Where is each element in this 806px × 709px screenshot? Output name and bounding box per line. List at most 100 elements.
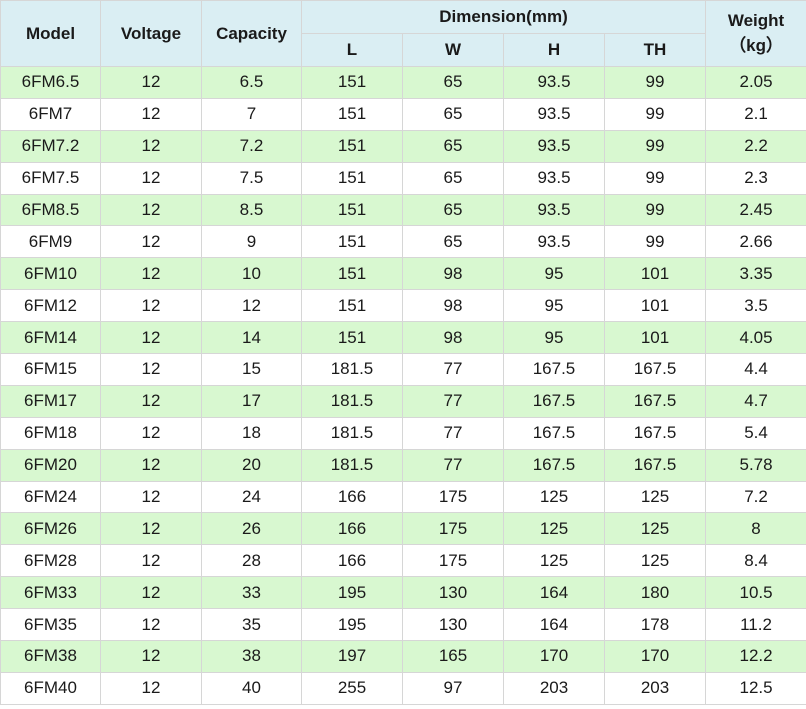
cell-th: 167.5: [603, 416, 707, 450]
cell-w: 165: [402, 640, 504, 673]
header-weight: Weight （kg）: [705, 0, 806, 67]
cell-voltage: 12: [100, 289, 202, 323]
table-row: 6FM18 12 18 181.5 77 167.5 167.5 5.4: [0, 416, 806, 450]
cell-weight: 5.4: [705, 416, 806, 450]
cell-w: 77: [402, 353, 504, 386]
cell-capacity: 8.5: [201, 193, 302, 227]
cell-l: 181.5: [301, 416, 403, 450]
table-row: 6FM12 12 12 151 98 95 101 3.5: [0, 289, 806, 323]
cell-h: 93.5: [503, 193, 605, 227]
cell-h: 93.5: [503, 225, 605, 259]
cell-h: 95: [503, 321, 605, 355]
cell-l: 166: [301, 480, 403, 514]
cell-h: 164: [503, 608, 605, 642]
cell-capacity: 15: [201, 353, 302, 386]
cell-th: 101: [603, 321, 707, 355]
cell-weight: 2.3: [705, 161, 806, 195]
cell-model: 6FM9: [0, 225, 101, 259]
cell-capacity: 33: [201, 576, 302, 610]
cell-model: 6FM14: [0, 321, 101, 355]
cell-weight: 2.66: [705, 225, 806, 259]
cell-w: 77: [402, 416, 504, 450]
cell-capacity: 18: [201, 416, 302, 450]
cell-voltage: 12: [100, 384, 202, 418]
cell-model: 6FM24: [0, 480, 101, 514]
cell-voltage: 12: [100, 321, 202, 355]
cell-voltage: 12: [100, 161, 202, 195]
cell-model: 6FM35: [0, 608, 101, 642]
cell-weight: 4.4: [705, 353, 806, 386]
table-row: 6FM7.5 12 7.5 151 65 93.5 99 2.3: [0, 161, 806, 195]
cell-l: 166: [301, 544, 403, 578]
cell-voltage: 12: [100, 640, 202, 673]
cell-w: 175: [402, 480, 504, 514]
cell-w: 130: [402, 608, 504, 642]
cell-capacity: 35: [201, 608, 302, 642]
cell-w: 175: [402, 544, 504, 578]
cell-th: 125: [603, 480, 707, 514]
cell-l: 197: [301, 640, 403, 673]
cell-th: 170: [603, 640, 707, 673]
cell-capacity: 17: [201, 384, 302, 418]
cell-l: 151: [301, 66, 403, 99]
cell-w: 98: [402, 289, 504, 323]
cell-model: 6FM7.2: [0, 129, 101, 163]
cell-model: 6FM8.5: [0, 193, 101, 227]
cell-weight: 4.05: [705, 321, 806, 355]
cell-w: 130: [402, 576, 504, 610]
header-row: Model Voltage Capacity Dimension(mm) Wei…: [0, 0, 806, 67]
header-weight-unit: （kg）: [729, 36, 783, 55]
cell-model: 6FM7: [0, 97, 101, 131]
cell-voltage: 12: [100, 576, 202, 610]
cell-voltage: 12: [100, 97, 202, 131]
cell-model: 6FM17: [0, 384, 101, 418]
cell-h: 164: [503, 576, 605, 610]
cell-h: 203: [503, 671, 605, 705]
cell-model: 6FM33: [0, 576, 101, 610]
cell-weight: 10.5: [705, 576, 806, 610]
cell-w: 65: [402, 129, 504, 163]
cell-model: 6FM6.5: [0, 66, 101, 99]
cell-l: 151: [301, 321, 403, 355]
table-row: 6FM20 12 20 181.5 77 167.5 167.5 5.78: [0, 448, 806, 482]
cell-voltage: 12: [100, 225, 202, 259]
cell-th: 101: [603, 257, 707, 291]
cell-w: 98: [402, 321, 504, 355]
cell-w: 65: [402, 193, 504, 227]
cell-h: 95: [503, 289, 605, 323]
cell-model: 6FM20: [0, 448, 101, 482]
cell-model: 6FM15: [0, 353, 101, 386]
cell-l: 151: [301, 289, 403, 323]
cell-model: 6FM7.5: [0, 161, 101, 195]
cell-weight: 8.4: [705, 544, 806, 578]
table-row: 6FM24 12 24 166 175 125 125 7.2: [0, 480, 806, 514]
cell-w: 65: [402, 161, 504, 195]
cell-h: 167.5: [503, 416, 605, 450]
cell-model: 6FM10: [0, 257, 101, 291]
cell-capacity: 7.5: [201, 161, 302, 195]
cell-h: 125: [503, 544, 605, 578]
cell-capacity: 28: [201, 544, 302, 578]
cell-w: 98: [402, 257, 504, 291]
header-voltage: Voltage: [100, 0, 202, 67]
cell-weight: 3.35: [705, 257, 806, 291]
cell-capacity: 24: [201, 480, 302, 514]
cell-h: 95: [503, 257, 605, 291]
cell-th: 178: [603, 608, 707, 642]
table-row: 6FM8.5 12 8.5 151 65 93.5 99 2.45: [0, 193, 806, 227]
table-row: 6FM9 12 9 151 65 93.5 99 2.66: [0, 225, 806, 259]
cell-l: 181.5: [301, 384, 403, 418]
cell-h: 125: [503, 480, 605, 514]
cell-voltage: 12: [100, 257, 202, 291]
table-row: 6FM35 12 35 195 130 164 178 11.2: [0, 608, 806, 642]
table-row: 6FM28 12 28 166 175 125 125 8.4: [0, 544, 806, 578]
cell-capacity: 10: [201, 257, 302, 291]
cell-th: 99: [603, 129, 707, 163]
cell-model: 6FM38: [0, 640, 101, 673]
cell-th: 167.5: [603, 384, 707, 418]
table-row: 6FM17 12 17 181.5 77 167.5 167.5 4.7: [0, 384, 806, 418]
cell-h: 93.5: [503, 66, 605, 99]
cell-weight: 3.5: [705, 289, 806, 323]
cell-w: 65: [402, 225, 504, 259]
cell-l: 151: [301, 257, 403, 291]
